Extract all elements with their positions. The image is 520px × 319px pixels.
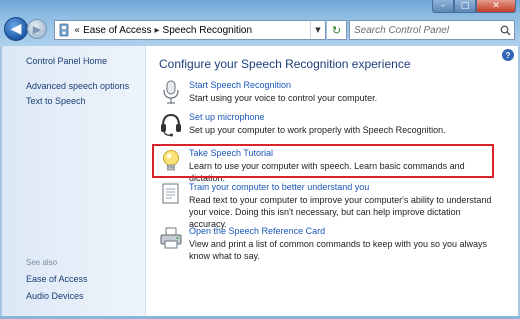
- train-computer-link[interactable]: Train your computer to better understand…: [189, 182, 369, 192]
- address-bar[interactable]: « Ease of Access ▸ Speech Recognition ▼: [54, 20, 326, 40]
- chevron-icon[interactable]: «: [74, 25, 80, 36]
- back-button[interactable]: ◀: [4, 17, 28, 41]
- window-left-border: [0, 46, 2, 319]
- breadcrumb-separator-icon[interactable]: ▸: [155, 25, 160, 36]
- breadcrumb-speech-recognition[interactable]: Speech Recognition: [163, 25, 253, 36]
- speech-reference-card-desc: View and print a list of common commands…: [189, 239, 487, 261]
- train-computer-desc: Read text to your computer to improve yo…: [189, 195, 492, 229]
- document-icon: [159, 182, 183, 206]
- ease-of-access-link[interactable]: Ease of Access: [26, 274, 88, 284]
- content-area: Control Panel Home Advanced speech optio…: [0, 46, 520, 319]
- maximize-button[interactable]: □: [454, 0, 476, 13]
- control-panel-icon: [57, 22, 71, 38]
- search-input[interactable]: [350, 23, 496, 37]
- start-speech-recognition-desc: Start using your voice to control your c…: [189, 93, 378, 103]
- headset-icon: [159, 112, 183, 137]
- sidebar: Control Panel Home Advanced speech optio…: [0, 46, 146, 319]
- minimize-button[interactable]: –: [432, 0, 454, 13]
- set-up-microphone-link[interactable]: Set up microphone: [189, 112, 265, 122]
- control-panel-home-link[interactable]: Control Panel Home: [26, 56, 107, 66]
- navigation-bar: ◀ ▶ « Ease of Access ▸ Speech Recognitio…: [0, 14, 520, 46]
- highlight-box: [152, 144, 494, 178]
- close-button[interactable]: ✕: [476, 0, 516, 13]
- text-to-speech-link[interactable]: Text to Speech: [26, 96, 86, 106]
- speech-recognition-window: – □ ✕ ◀ ▶ « Ease of Access ▸ Speech Reco…: [0, 0, 520, 319]
- microphone-icon: [159, 80, 183, 104]
- title-bar: – □ ✕: [0, 0, 520, 14]
- forward-button[interactable]: ▶: [27, 19, 47, 39]
- printer-icon: [159, 226, 183, 250]
- audio-devices-link[interactable]: Audio Devices: [26, 291, 84, 301]
- start-speech-recognition-link[interactable]: Start Speech Recognition: [189, 80, 291, 90]
- set-up-microphone-desc: Set up your computer to work properly wi…: [189, 125, 446, 135]
- main-panel: ? Configure your Speech Recognition expe…: [145, 46, 520, 319]
- breadcrumb-ease-of-access[interactable]: Ease of Access: [83, 25, 151, 36]
- search-box: [349, 20, 515, 40]
- help-icon[interactable]: ?: [502, 49, 514, 61]
- search-icon[interactable]: [496, 21, 514, 39]
- advanced-speech-options-link[interactable]: Advanced speech options: [26, 81, 129, 91]
- speech-reference-card-link[interactable]: Open the Speech Reference Card: [189, 226, 325, 236]
- see-also-heading: See also: [26, 258, 58, 267]
- page-title: Configure your Speech Recognition experi…: [159, 57, 411, 71]
- address-dropdown-icon[interactable]: ▼: [310, 21, 325, 39]
- refresh-button[interactable]: ↻: [327, 20, 347, 40]
- window-controls: – □ ✕: [432, 0, 516, 13]
